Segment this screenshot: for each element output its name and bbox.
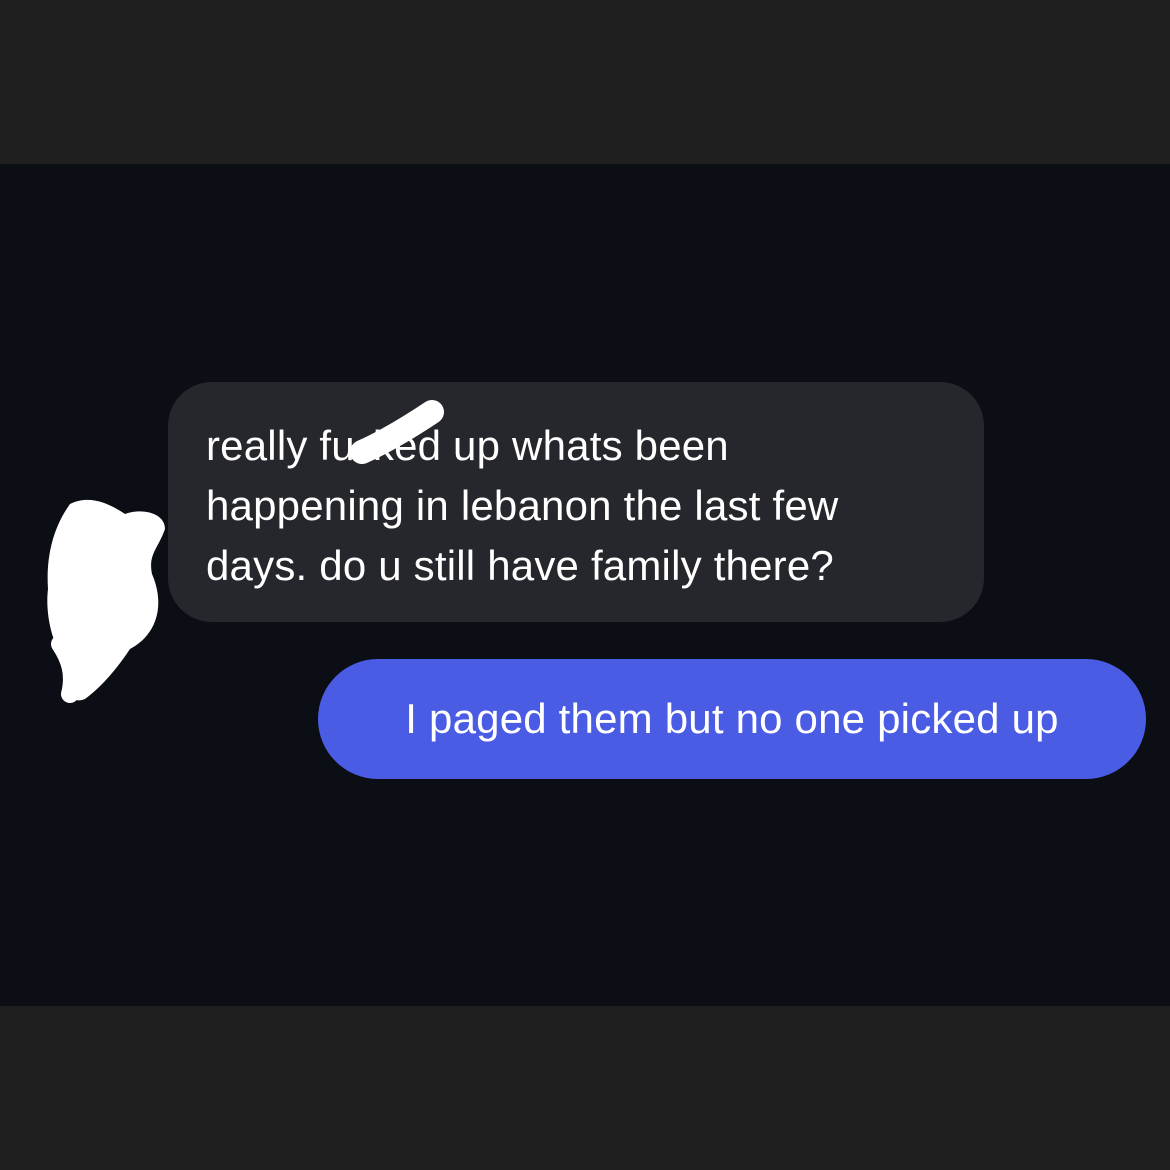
redacted-avatar-scribble-icon <box>47 499 165 703</box>
outgoing-message-text: I paged them but no one picked up <box>405 695 1059 742</box>
incoming-message-line-1: really fu ked up whats been <box>206 422 729 469</box>
top-letterbox <box>0 0 1170 164</box>
incoming-message-bubble[interactable]: really fu ked up whats been happening in … <box>168 382 984 622</box>
incoming-message-line-3: days. do u still have family there? <box>206 542 834 589</box>
bottom-letterbox <box>0 1006 1170 1170</box>
incoming-message-line-2: happening in lebanon the last few <box>206 482 839 529</box>
outgoing-message-bubble[interactable]: I paged them but no one picked up <box>318 659 1146 779</box>
chat-thread[interactable]: really fu ked up whats been happening in … <box>0 164 1170 1006</box>
